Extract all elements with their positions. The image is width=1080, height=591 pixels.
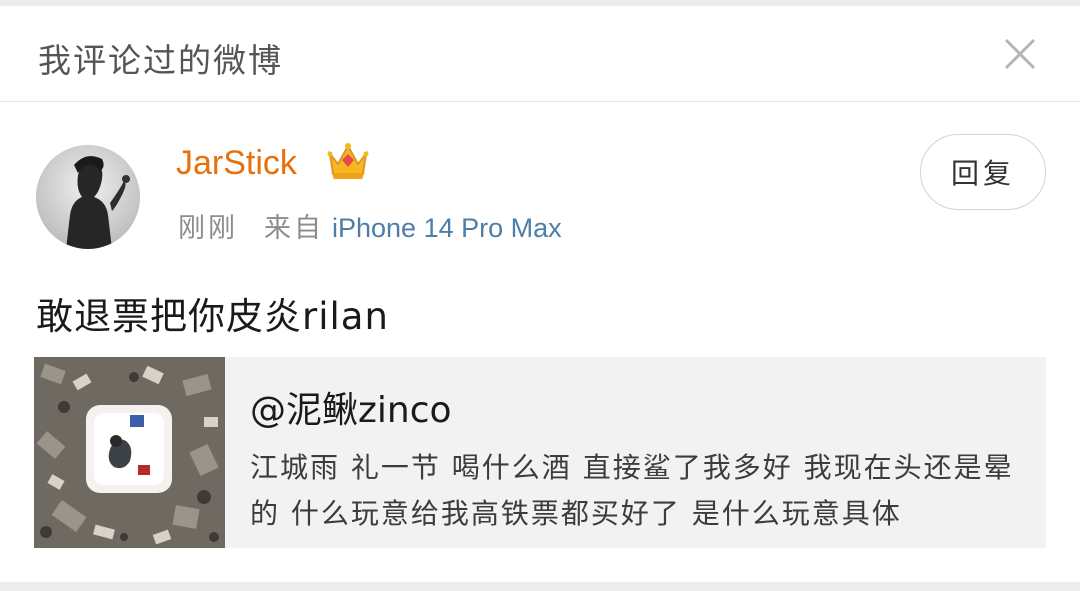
reply-button[interactable]: 回复 [920, 134, 1046, 210]
quoted-post-author[interactable]: @泥鳅zinco [250, 381, 452, 433]
username[interactable]: JarStick [176, 144, 297, 183]
comment-meta: 刚刚 来自 iPhone 14 Pro Max [178, 206, 562, 245]
close-icon [1004, 38, 1036, 70]
close-button[interactable] [1000, 34, 1040, 74]
device-link[interactable]: iPhone 14 Pro Max [332, 213, 562, 243]
bottom-divider [0, 582, 1080, 591]
timestamp: 刚刚 [178, 213, 238, 244]
comment-text: 敢退票把你皮炎rilan [36, 295, 389, 338]
quoted-post-body: 江城雨 礼一节 喝什么酒 直接鲨了我多好 我现在头还是晕的 什么玩意给我高铁票都… [250, 451, 1014, 530]
quoted-post-thumbnail [34, 357, 225, 548]
avatar-image [36, 145, 140, 249]
page-title: 我评论过的微博 [38, 41, 283, 80]
crown-icon [327, 143, 369, 179]
avatar[interactable] [36, 145, 140, 249]
quoted-post-card[interactable]: @泥鳅zinco 江城雨 礼一节 喝什么酒 直接鲨了我多好 我现在头还是晕的 什… [34, 357, 1046, 548]
header-bar: 我评论过的微博 [0, 6, 1080, 102]
source-label: 来自 [264, 213, 324, 244]
